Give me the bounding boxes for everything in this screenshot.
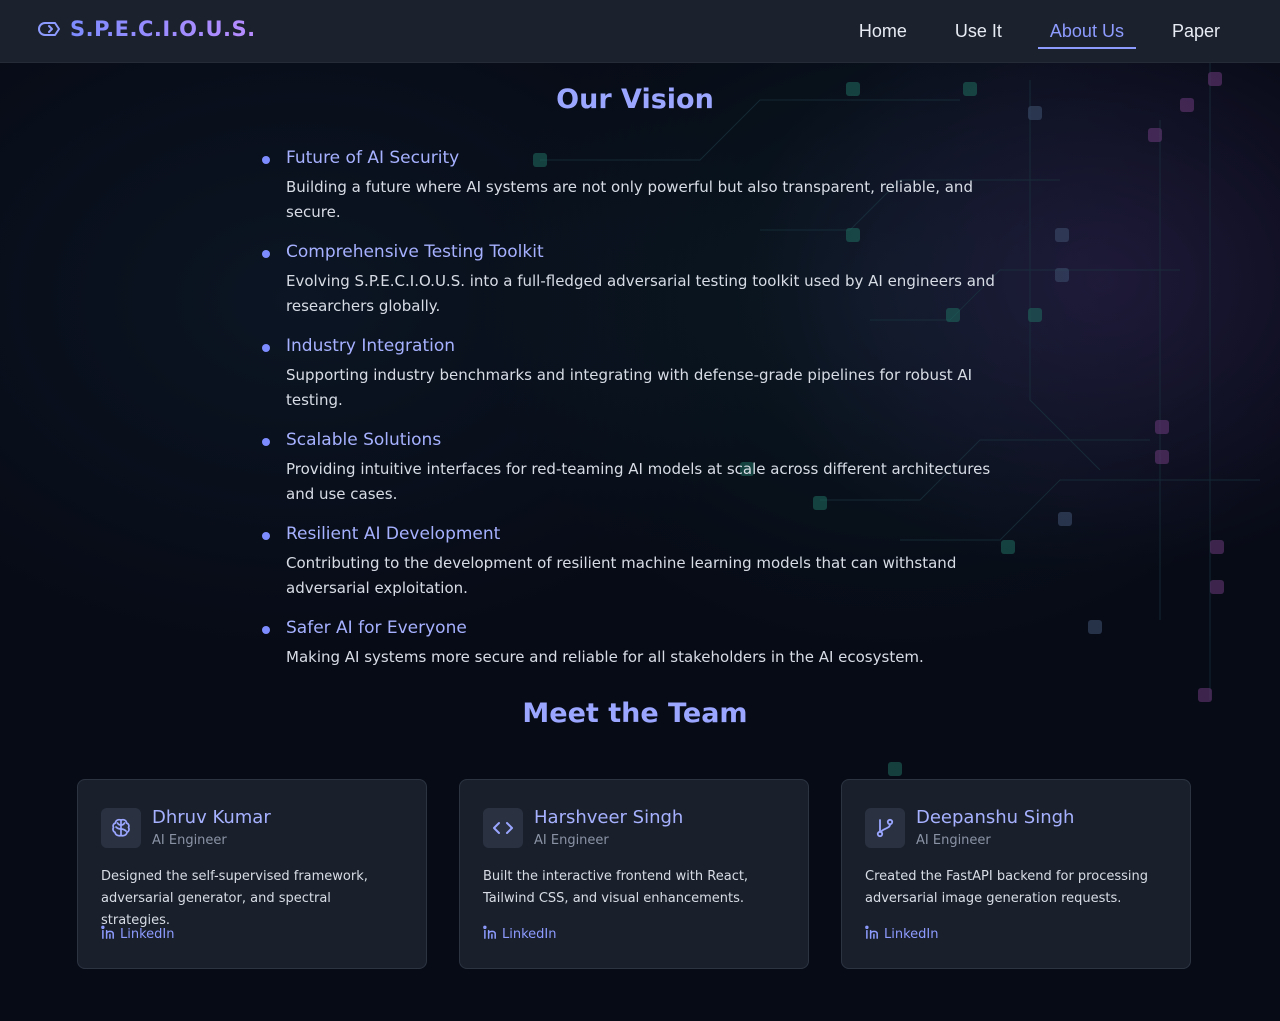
team-card-dhruv-kumar: Dhruv Kumar AI Engineer Designed the sel… (77, 779, 427, 969)
vision-item: Future of AI Security Building a future … (262, 148, 1022, 225)
code-icon (483, 808, 523, 848)
member-name: Dhruv Kumar (152, 807, 271, 828)
linkedin-link[interactable]: LinkedIn (483, 925, 556, 944)
member-description: Designed the self-supervised framework, … (101, 869, 368, 928)
nav-link-paper[interactable]: Paper (1160, 15, 1232, 48)
main-nav: Home Use It About Us Paper (847, 0, 1232, 62)
vision-heading: Our Vision (556, 84, 714, 115)
member-role: AI Engineer (534, 833, 609, 848)
bullet-dot (262, 156, 270, 164)
vision-item-text: Supporting industry benchmarks and integ… (286, 366, 973, 409)
linkedin-label: LinkedIn (502, 927, 557, 942)
linkedin-label: LinkedIn (884, 927, 939, 942)
member-description: Created the FastAPI backend for processi… (865, 869, 1148, 906)
vision-item-text: Building a future where AI systems are n… (286, 178, 973, 221)
vision-item-text: Contributing to the development of resil… (286, 554, 957, 597)
team-card-deepanshu-singh: Deepanshu Singh AI Engineer Created the … (841, 779, 1191, 969)
vision-list: Future of AI Security Building a future … (262, 148, 1022, 687)
bullet-dot (262, 344, 270, 352)
team-cards: Dhruv Kumar AI Engineer Designed the sel… (77, 779, 1193, 971)
git-branch-icon (865, 808, 905, 848)
linkedin-link[interactable]: LinkedIn (101, 925, 174, 944)
member-description: Built the interactive frontend with Reac… (483, 869, 749, 906)
brain-icon (101, 808, 141, 848)
vision-item-title: Future of AI Security (286, 148, 460, 168)
linkedin-icon (865, 925, 880, 944)
nav-link-about-us[interactable]: About Us (1037, 15, 1137, 49)
vision-item-text: Making AI systems more secure and reliab… (286, 648, 924, 666)
bullet-dot (262, 438, 270, 446)
member-name: Deepanshu Singh (916, 807, 1075, 828)
vision-item-title: Safer AI for Everyone (286, 618, 467, 638)
member-role: AI Engineer (916, 833, 991, 848)
vision-item-title: Comprehensive Testing Toolkit (286, 242, 544, 262)
bullet-dot (262, 626, 270, 634)
vision-item: Safer AI for Everyone Making AI systems … (262, 618, 1022, 670)
brand-name: S.P.E.C.I.O.U.S. (70, 17, 256, 41)
vision-item-title: Industry Integration (286, 336, 456, 356)
nav-link-use-it[interactable]: Use It (943, 15, 1014, 48)
top-navbar: S.P.E.C.I.O.U.S. Home Use It About Us Pa… (0, 0, 1280, 63)
tag-icon (38, 17, 62, 41)
brand-logo[interactable]: S.P.E.C.I.O.U.S. (38, 17, 256, 41)
linkedin-icon (483, 925, 498, 944)
vision-item-text: Providing intuitive interfaces for red-t… (286, 460, 991, 503)
linkedin-label: LinkedIn (120, 927, 175, 942)
linkedin-icon (101, 925, 116, 944)
nav-link-home[interactable]: Home (847, 15, 919, 48)
team-card-harshveer-singh: Harshveer Singh AI Engineer Built the in… (459, 779, 809, 969)
vision-item: Scalable Solutions Providing intuitive i… (262, 430, 1022, 507)
vision-item: Industry Integration Supporting industry… (262, 336, 1022, 413)
member-role: AI Engineer (152, 833, 227, 848)
bullet-dot (262, 250, 270, 258)
vision-item-title: Scalable Solutions (286, 430, 442, 450)
vision-item-title: Resilient AI Development (286, 524, 501, 544)
vision-item: Resilient AI Development Contributing to… (262, 524, 1022, 601)
team-heading: Meet the Team (522, 698, 748, 729)
bullet-dot (262, 532, 270, 540)
linkedin-link[interactable]: LinkedIn (865, 925, 938, 944)
vision-item-text: Evolving S.P.E.C.I.O.U.S. into a full-fl… (286, 272, 995, 315)
vision-item: Comprehensive Testing Toolkit Evolving S… (262, 242, 1022, 319)
member-name: Harshveer Singh (534, 807, 684, 828)
